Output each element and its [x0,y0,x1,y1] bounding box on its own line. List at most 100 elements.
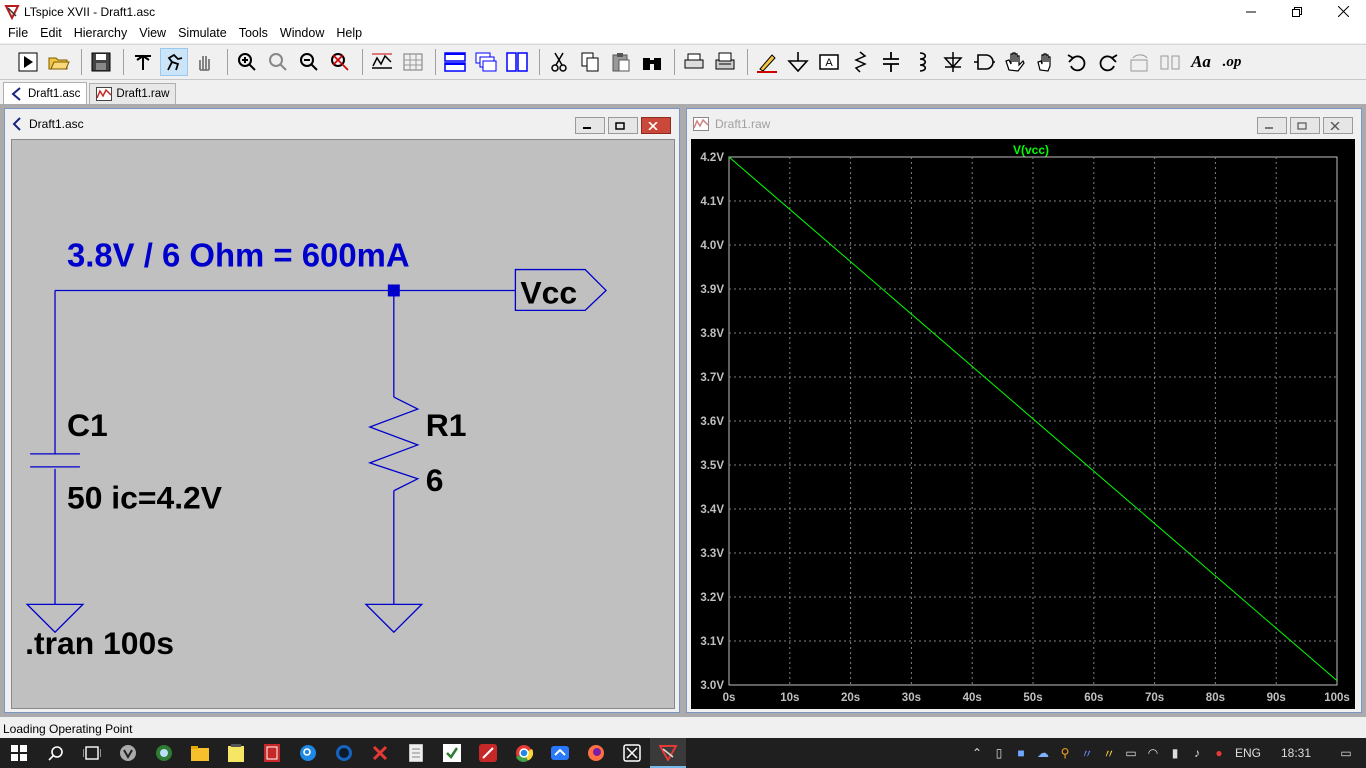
tab-schematic[interactable]: Draft1.asc [3,82,88,104]
print-button[interactable] [711,48,739,76]
tray-app2-icon[interactable]: 〃 [1076,738,1098,768]
tray-app3-icon[interactable]: 〃 [1098,738,1120,768]
capacitor-button[interactable] [877,48,905,76]
menu-hierarchy[interactable]: Hierarchy [68,26,134,40]
grid-button[interactable] [399,48,427,76]
language-indicator[interactable]: ENG [1230,738,1266,768]
app-globe-icon[interactable] [146,738,182,768]
draw-wire-button[interactable] [753,48,781,76]
notifications-icon[interactable]: ▭ [1326,738,1366,768]
chrome-icon[interactable] [506,738,542,768]
notepad-icon[interactable] [218,738,254,768]
redo-button[interactable] [1094,48,1122,76]
schematic-minimize-button[interactable] [575,117,605,134]
schematic-close-button[interactable] [641,117,671,134]
waveform-close-button[interactable] [1323,117,1353,134]
zoom-in-button[interactable] [233,48,261,76]
app-gray-icon[interactable] [110,738,146,768]
waveform-maximize-button[interactable] [1290,117,1320,134]
close-button[interactable] [1320,0,1366,23]
app-x-icon[interactable] [362,738,398,768]
search-icon[interactable] [38,738,74,768]
ground-symbol-r1[interactable] [364,603,424,634]
halt-button[interactable] [160,48,188,76]
save-button[interactable] [87,48,115,76]
app-dark-icon[interactable] [326,738,362,768]
inductor-button[interactable] [908,48,936,76]
menu-simulate[interactable]: Simulate [172,26,233,40]
app-doc-icon[interactable] [398,738,434,768]
x-tick-label: 40s [963,692,982,704]
menu-help[interactable]: Help [330,26,368,40]
tray-search-icon[interactable]: ⚲ [1054,738,1076,768]
zoom-area-button[interactable] [264,48,292,76]
rotate-button[interactable] [1125,48,1153,76]
usb-icon[interactable]: ▯ [988,738,1010,768]
app-blue-icon[interactable] [290,738,326,768]
battery-icon[interactable]: ▭ [1120,738,1142,768]
app-cloud-icon[interactable] [542,738,578,768]
waveform-plot[interactable]: 4.2V 4.1V 4.0V 3.9V 3.8V 3.7V 3.6V 3.5V 3.4V 3.3V… [691,139,1355,709]
network-icon[interactable]: ▮ [1164,738,1186,768]
paste-button[interactable] [607,48,635,76]
app-pen-icon[interactable] [470,738,506,768]
autorange-button[interactable] [368,48,396,76]
volume-icon[interactable]: ♪ [1186,738,1208,768]
tab-waveform[interactable]: Draft1.raw [89,83,177,104]
resistor-r1[interactable] [367,396,420,492]
firefox-icon[interactable] [578,738,614,768]
find-button[interactable] [638,48,666,76]
resistor-button[interactable] [846,48,874,76]
app-check-icon[interactable] [434,738,470,768]
spice-directive-button[interactable]: .op [1218,48,1246,76]
schematic-canvas[interactable]: Vcc 3.8V / 6 Ohm = 600mA C1 50 ic=4.2V R… [11,139,675,709]
restore-button[interactable] [1274,0,1320,23]
zoom-fit-button[interactable] [326,48,354,76]
clock[interactable]: 18:31 [1266,738,1326,768]
open-button[interactable] [45,48,73,76]
schematic-window-titlebar[interactable]: Draft1.asc [5,109,679,139]
tile-horizontal-button[interactable] [441,48,469,76]
capacitor-c1[interactable] [30,453,80,468]
minimize-button[interactable] [1228,0,1274,23]
task-view-icon[interactable] [74,738,110,768]
tray-app1-icon[interactable]: ■ [1010,738,1032,768]
copy-button[interactable] [576,48,604,76]
mirror-button[interactable] [1156,48,1184,76]
tray-chevron-icon[interactable]: ⌃ [966,738,988,768]
cascade-icon [475,52,497,72]
app-box-icon[interactable] [614,738,650,768]
wifi-icon[interactable]: ◠ [1142,738,1164,768]
onedrive-icon[interactable]: ☁ [1032,738,1054,768]
x-tick-label: 60s [1084,692,1103,704]
cascade-button[interactable] [472,48,500,76]
app-red-icon[interactable] [254,738,290,768]
waveform-minimize-button[interactable] [1257,117,1287,134]
print-preview-button[interactable] [680,48,708,76]
text-button[interactable]: Aa [1187,48,1215,76]
diode-button[interactable] [939,48,967,76]
label-net-button[interactable]: A [815,48,843,76]
component-button[interactable] [970,48,998,76]
ground-button[interactable] [784,48,812,76]
zoom-out-button[interactable] [295,48,323,76]
control-panel-button[interactable] [129,48,157,76]
menu-window[interactable]: Window [274,26,330,40]
move-button[interactable] [1001,48,1029,76]
menu-file[interactable]: File [2,26,34,40]
menu-view[interactable]: View [133,26,172,40]
pan-button[interactable] [191,48,219,76]
tile-vertical-button[interactable] [503,48,531,76]
drag-button[interactable] [1032,48,1060,76]
undo-button[interactable] [1063,48,1091,76]
schematic-maximize-button[interactable] [608,117,638,134]
start-icon[interactable] [0,738,38,768]
menu-tools[interactable]: Tools [233,26,274,40]
run-button[interactable] [14,48,42,76]
chrome-tray-icon[interactable]: ● [1208,738,1230,768]
cut-button[interactable] [545,48,573,76]
file-explorer-icon[interactable] [182,738,218,768]
waveform-window-titlebar[interactable]: Draft1.raw [687,109,1361,139]
ltspice-icon[interactable] [650,738,686,768]
menu-edit[interactable]: Edit [34,26,68,40]
